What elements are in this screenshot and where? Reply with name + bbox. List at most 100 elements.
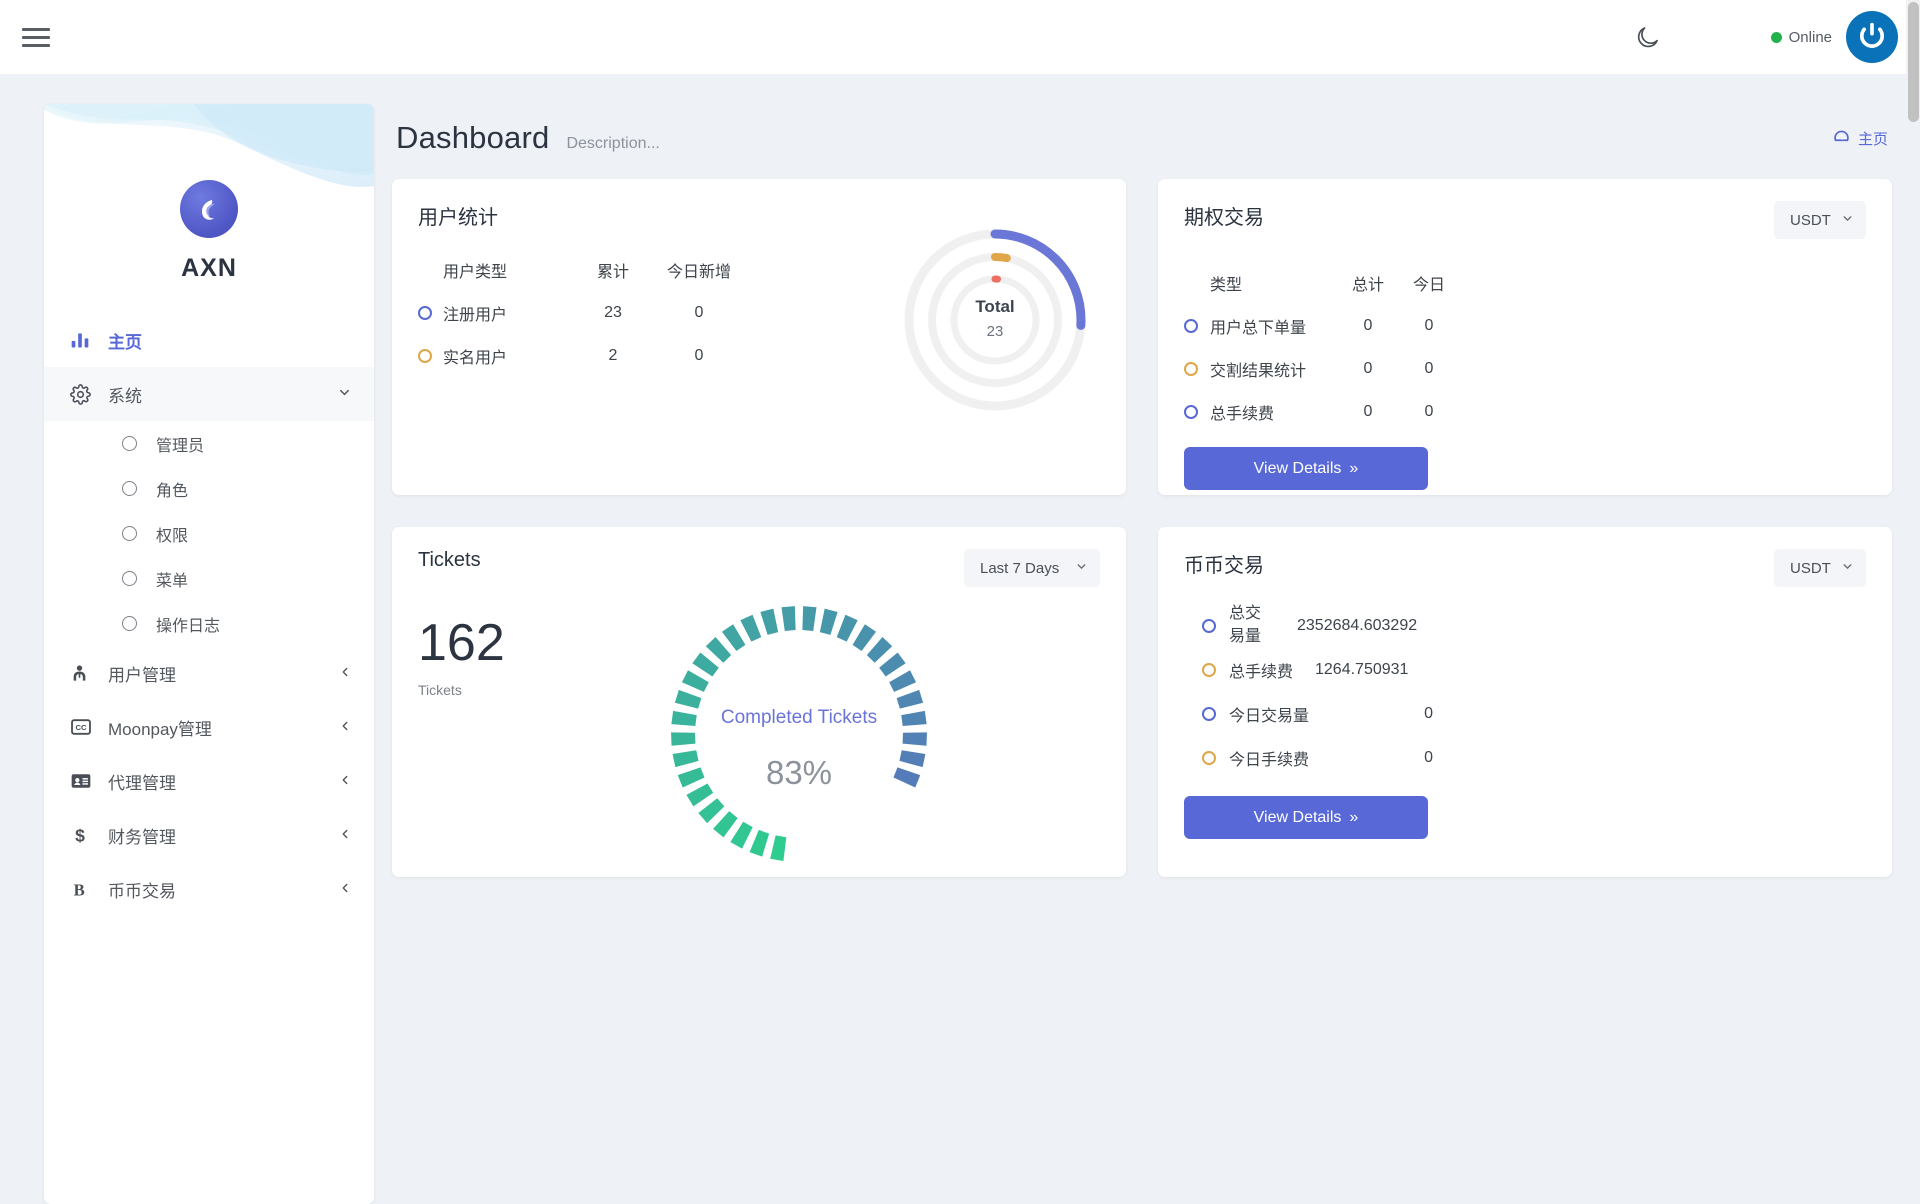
column-header-today: 今日 <box>1398 271 1460 295</box>
chevron-down-icon <box>1841 560 1854 576</box>
double-chevron-right-icon: » <box>1349 460 1358 478</box>
gear-icon <box>70 384 100 405</box>
sidebar-item-label: 用户管理 <box>108 661 176 686</box>
radial-center-text: Total 23 <box>890 297 1100 340</box>
view-details-button-coin[interactable]: View Details » <box>1184 796 1428 839</box>
sidebar-item-home[interactable]: 主页 <box>44 313 374 367</box>
bitcoin-b-icon: B <box>70 878 100 900</box>
svg-text:B: B <box>74 880 85 899</box>
dashboard-grid: 用户统计 用户类型 累计 今日新增 注册用户 23 0 实名用户 2 <box>392 179 1892 877</box>
gauge-percent-value: 83% <box>654 754 944 792</box>
row-today: 0 <box>653 304 745 322</box>
user-stats-radial-chart: Total 23 <box>890 215 1100 425</box>
column-header-total: 累计 <box>573 258 653 282</box>
options-trading-card: 期权交易 USDT 类型 总计 今日 用户总下单量 0 <box>1158 179 1892 495</box>
coin-trading-table: 总交 易量 2352684.603292 总手续费 1264.750931 今日… <box>1184 603 1866 780</box>
row-total: 0 <box>1338 317 1398 335</box>
column-header-type: 类型 <box>1210 271 1338 295</box>
row-label: 交割结果统计 <box>1210 357 1338 381</box>
row-value: 0 <box>1315 705 1433 723</box>
dashboard-gauge-icon <box>1832 127 1851 150</box>
sidebar-subitem-label: 操作日志 <box>156 612 220 636</box>
coin-trading-card: 币币交易 USDT 总交 易量 2352684.603292 <box>1158 527 1892 877</box>
table-row: 今日手续费 0 <box>1184 736 1866 780</box>
column-header-today: 今日新增 <box>653 258 745 282</box>
sidebar-item-agent-management[interactable]: 代理管理 <box>44 754 374 808</box>
chevron-down-icon <box>1841 212 1854 228</box>
sidebar-item-finance-management[interactable]: $ 财务管理 <box>44 808 374 862</box>
circle-bullet-icon <box>122 436 137 451</box>
row-total: 2 <box>573 347 653 365</box>
chevron-down-icon <box>1075 560 1088 576</box>
sidebar-item-label: 系统 <box>108 382 142 407</box>
scrollbar-thumb[interactable] <box>1908 2 1919 122</box>
sidebar-subitem-permission[interactable]: 权限 <box>44 511 374 556</box>
chevron-left-icon <box>338 881 352 898</box>
card-header: Tickets Last 7 Days <box>418 549 1100 587</box>
hamburger-icon[interactable] <box>22 20 56 54</box>
radial-total-value: 23 <box>890 323 1100 340</box>
row-label-line2: 易量 <box>1229 628 1261 645</box>
sidebar-item-label: Moonpay管理 <box>108 715 212 740</box>
sidebar-subitem-label: 角色 <box>156 477 188 501</box>
page-header: Dashboard Description... 主页 <box>392 104 1892 156</box>
radial-total-label: Total <box>890 297 1100 317</box>
legend-ring-icon <box>1184 319 1198 333</box>
sidebar-subitem-role[interactable]: 角色 <box>44 466 374 511</box>
status-badge: Online <box>1771 29 1832 46</box>
column-header-type: 用户类型 <box>443 258 573 282</box>
gauge-label: Completed Tickets <box>654 707 944 729</box>
sidebar-subitem-label: 菜单 <box>156 567 188 591</box>
sidebar-brand-name: AXN <box>44 254 374 283</box>
sidebar-nav: 主页 系统 管理员 角色 权限 <box>44 313 374 916</box>
table-header-row: 类型 总计 今日 <box>1184 261 1866 304</box>
legend-ring-icon <box>1202 619 1216 633</box>
table-row: 总手续费 0 0 <box>1184 390 1866 433</box>
axn-logo-icon <box>180 180 238 238</box>
circle-bullet-icon <box>122 616 137 631</box>
table-row: 总手续费 1264.750931 <box>1184 648 1866 692</box>
sidebar-subitem-operation-log[interactable]: 操作日志 <box>44 601 374 646</box>
moon-icon[interactable] <box>1625 14 1671 60</box>
breadcrumb[interactable]: 主页 <box>1832 127 1888 150</box>
row-label: 注册用户 <box>443 301 573 325</box>
svg-text:CC: CC <box>75 723 87 732</box>
sidebar-subitem-menu[interactable]: 菜单 <box>44 556 374 601</box>
card-header: 币币交易 USDT <box>1184 549 1866 587</box>
sidebar-item-moonpay-management[interactable]: CC Moonpay管理 <box>44 700 374 754</box>
page-scrollbar[interactable] <box>1906 0 1920 74</box>
currency-select-coin[interactable]: USDT <box>1774 549 1866 587</box>
breadcrumb-label: 主页 <box>1858 128 1888 149</box>
double-chevron-right-icon: » <box>1349 809 1358 827</box>
sidebar-item-coin-trading[interactable]: B 币币交易 <box>44 862 374 916</box>
sidebar-item-label: 财务管理 <box>108 823 176 848</box>
currency-select-options[interactable]: USDT <box>1774 201 1866 239</box>
table-row: 用户总下单量 0 0 <box>1184 304 1866 347</box>
sidebar-subitem-admin[interactable]: 管理员 <box>44 421 374 466</box>
row-total: 0 <box>1338 403 1398 421</box>
row-label: 实名用户 <box>443 344 573 368</box>
row-label-line1: 总交 <box>1229 605 1261 622</box>
view-details-button-options[interactable]: View Details » <box>1184 447 1428 490</box>
circle-bullet-icon <box>122 481 137 496</box>
legend-ring-icon <box>418 349 432 363</box>
chevron-left-icon <box>338 719 352 736</box>
sidebar-item-system[interactable]: 系统 <box>44 367 374 421</box>
row-today: 0 <box>1398 360 1460 378</box>
card-title: 币币交易 <box>1184 549 1264 578</box>
sidebar-subitem-label: 权限 <box>156 522 188 546</box>
sidebar-logo-block: AXN <box>44 180 374 283</box>
sidebar-item-user-management[interactable]: 用户管理 <box>44 646 374 700</box>
row-value: 0 <box>1315 749 1433 767</box>
currency-value: USDT <box>1790 560 1831 577</box>
top-header-bar: Online <box>0 0 1920 74</box>
dollar-icon: $ <box>70 824 100 846</box>
chevron-left-icon <box>338 773 352 790</box>
date-range-select[interactable]: Last 7 Days <box>964 549 1100 587</box>
row-label: 今日交易量 <box>1229 702 1315 726</box>
row-value: 2352684.603292 <box>1297 617 1417 635</box>
page-description: Description... <box>566 135 659 153</box>
row-label: 今日手续费 <box>1229 746 1315 770</box>
header-actions: Online <box>1625 0 1920 74</box>
avatar[interactable] <box>1846 11 1898 63</box>
